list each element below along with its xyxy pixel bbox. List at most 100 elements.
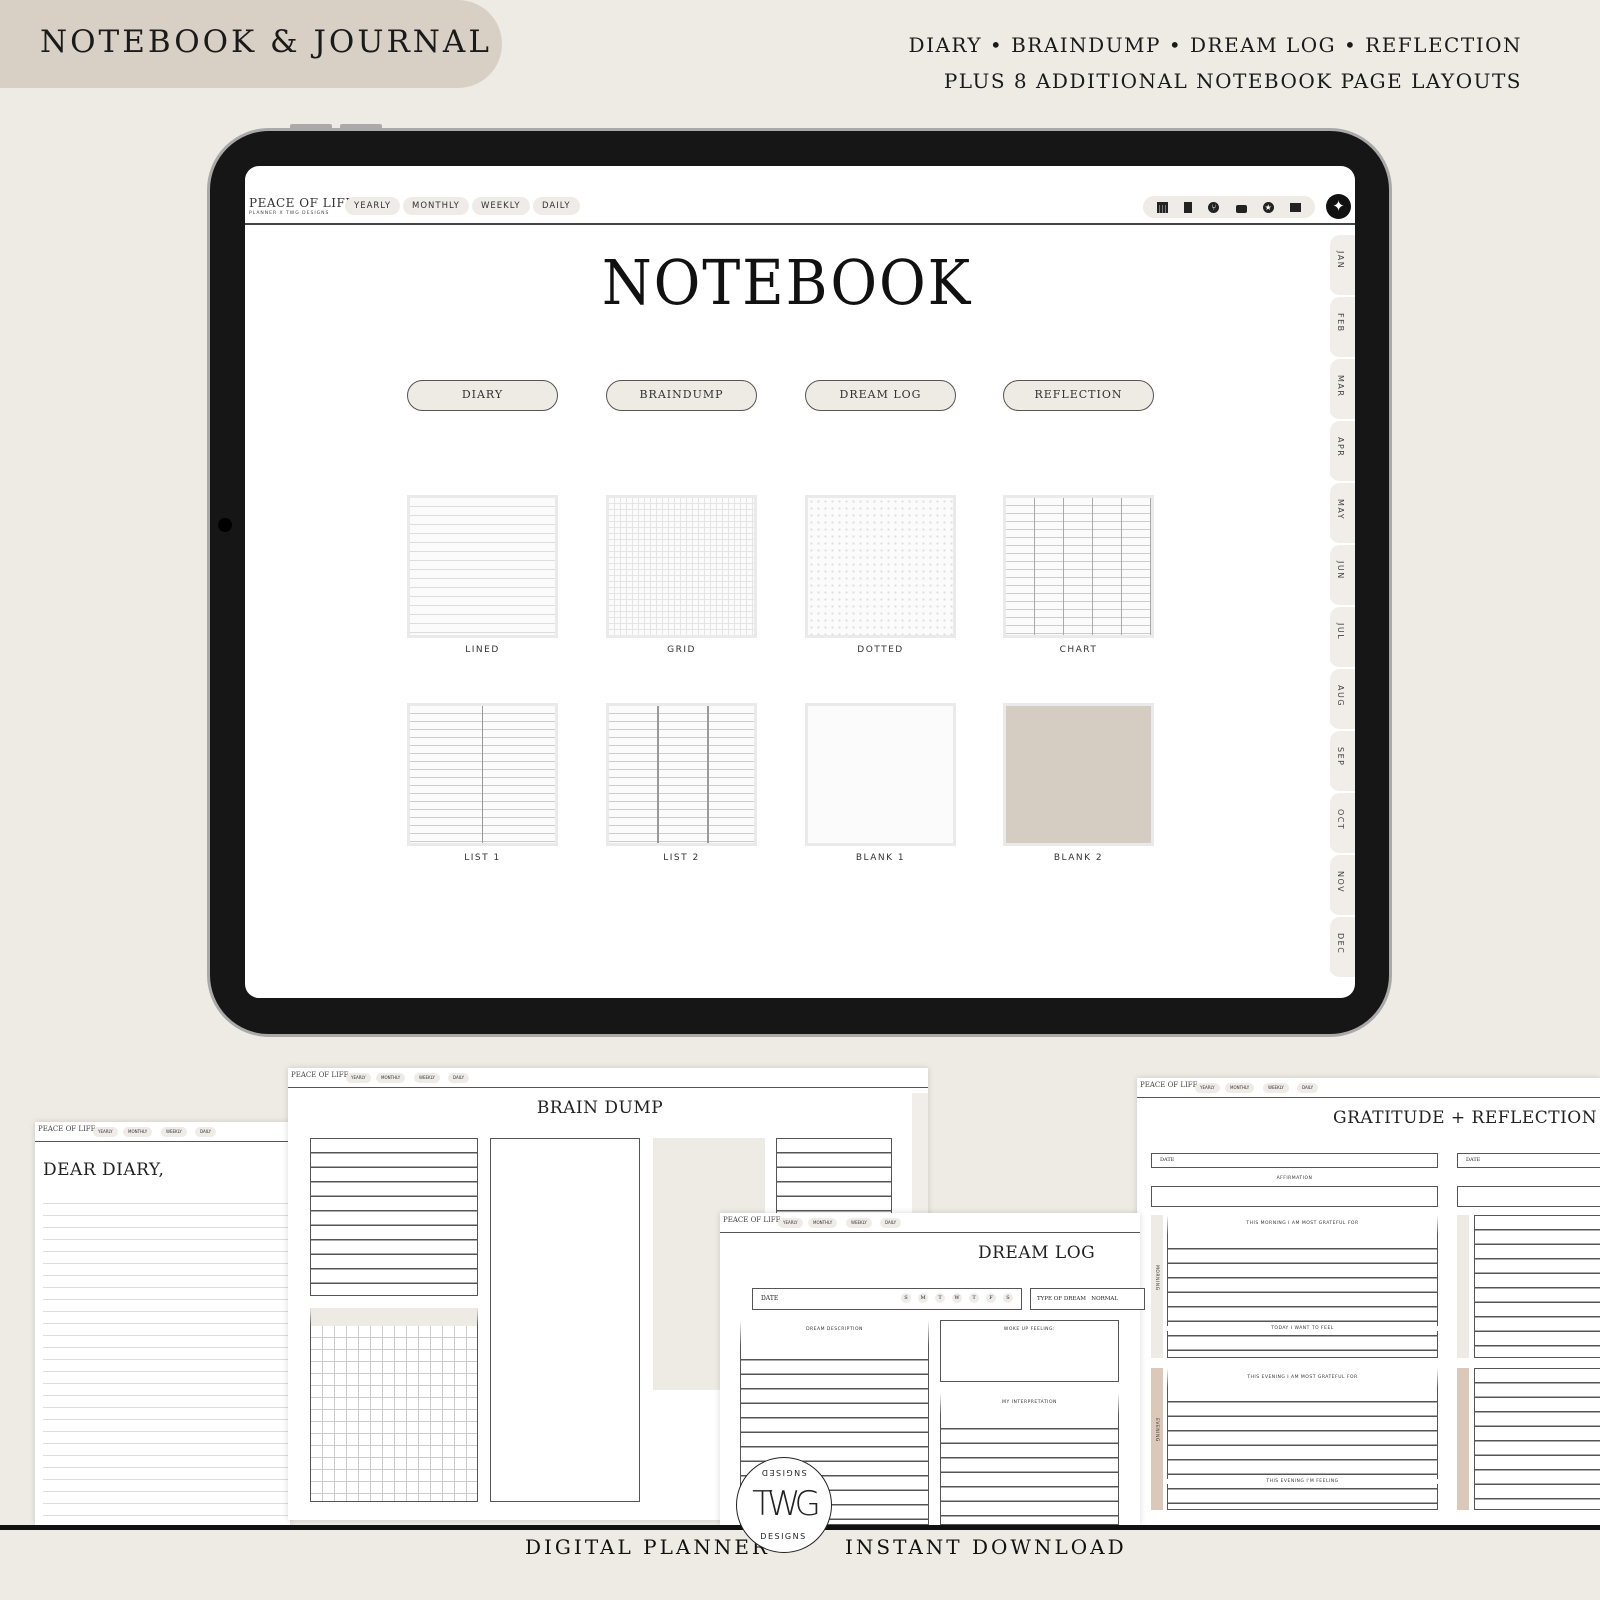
gratitude-preview: PEACE OF LIFE YEARLY MONTHLY WEEKLY DAILY GR… <box>1137 1078 1600 1525</box>
day-selector[interactable]: F <box>986 1293 996 1303</box>
month-tab-jul[interactable]: JUL <box>1330 607 1355 669</box>
layout-thumbnail-dotted[interactable] <box>805 495 956 638</box>
month-tab-sep[interactable]: SEP <box>1330 731 1355 793</box>
dream-type-field[interactable]: TYPE OF DREAM NORMAL <box>1030 1288 1145 1310</box>
mini-tab[interactable]: YEARLY <box>778 1218 803 1228</box>
month-tab-dec[interactable]: DEC <box>1330 917 1355 979</box>
month-tab-jun[interactable]: JUN <box>1330 545 1355 607</box>
layout-thumbnail-list-2[interactable] <box>606 703 757 846</box>
diary-button[interactable]: DIARY <box>407 380 558 411</box>
day-selector[interactable]: W <box>952 1293 962 1303</box>
affirmation-label: AFFIRMATION <box>1276 1176 1313 1181</box>
tab-monthly[interactable]: MONTHLY <box>403 197 469 215</box>
mini-tab[interactable]: YEARLY <box>1195 1083 1220 1093</box>
mini-tab[interactable]: YEARLY <box>346 1073 371 1083</box>
woke-up-label: WOKE UP FEELING: <box>1003 1327 1056 1332</box>
layout-thumbnail-blank-1[interactable] <box>805 703 956 846</box>
layout-thumbnail-blank-2[interactable] <box>1003 703 1154 846</box>
month-tab-label: OCT <box>1336 809 1345 831</box>
mini-tab[interactable]: DAILY <box>880 1218 902 1228</box>
month-tab-label: APR <box>1336 437 1345 458</box>
sparkle-icon[interactable]: ✦ <box>1326 194 1351 219</box>
mini-tab[interactable]: WEEKLY <box>161 1127 187 1137</box>
layout-thumbnail-list-1[interactable] <box>407 703 558 846</box>
mini-tab[interactable]: WEEKLY <box>846 1218 872 1228</box>
braindump-list-box <box>310 1138 478 1296</box>
date-field[interactable]: DATE <box>1151 1153 1438 1168</box>
day-selector[interactable]: S <box>901 1293 911 1303</box>
lock-icon[interactable] <box>1235 204 1247 213</box>
layout-thumbnail-lined[interactable] <box>407 495 558 638</box>
tab-weekly[interactable]: WEEKLY <box>472 197 530 215</box>
tab-daily[interactable]: DAILY <box>533 197 580 215</box>
mini-tab[interactable]: DAILY <box>448 1073 470 1083</box>
day-selector[interactable]: S <box>1003 1293 1013 1303</box>
mini-tab[interactable]: DAILY <box>1297 1083 1319 1093</box>
layout-thumbnail-grid[interactable] <box>606 495 757 638</box>
interpretation-label: MY INTERPRETATION <box>1002 1400 1057 1405</box>
dream-log-button[interactable]: DREAM LOG <box>805 380 956 411</box>
mini-tab[interactable]: DAILY <box>195 1127 217 1137</box>
month-tab-aug[interactable]: AUG <box>1330 669 1355 731</box>
month-tab-apr[interactable]: APR <box>1330 421 1355 483</box>
page-title: NOTEBOOK <box>601 246 973 319</box>
morning-box[interactable] <box>1167 1215 1438 1358</box>
affirmation-field[interactable] <box>1151 1186 1438 1207</box>
dream-description-label: DREAM DESCRIPTION <box>806 1327 863 1332</box>
day-selector[interactable]: M <box>918 1293 928 1303</box>
month-tab-label: DEC <box>1336 933 1345 955</box>
ipad-camera <box>218 518 232 532</box>
month-tab-oct[interactable]: OCT <box>1330 793 1355 855</box>
mini-nav: PEACE OF LIFE YEARLY MONTHLY WEEKLY DAILY <box>720 1213 1140 1233</box>
mini-tab[interactable]: WEEKLY <box>414 1073 440 1083</box>
morning-grateful-label: THIS MORNING I AM MOST GRATEFUL FOR <box>1246 1221 1359 1226</box>
dream-date-field[interactable]: DATE S M T W T F S <box>752 1288 1022 1310</box>
header-subtitle-2: PLUS 8 ADDITIONAL NOTEBOOK PAGE LAYOUTS <box>943 69 1522 93</box>
star-circle-icon[interactable]: ★ <box>1262 201 1274 213</box>
want-to-feel-label: TODAY I WANT TO FEEL <box>1167 1326 1438 1331</box>
month-tab-mar[interactable]: MAR <box>1330 359 1355 421</box>
day-selector[interactable]: T <box>969 1293 979 1303</box>
month-tab-feb[interactable]: FEB <box>1330 297 1355 359</box>
layout-label: LIST 1 <box>464 853 501 863</box>
food-icon[interactable]: ⑂ <box>1208 201 1220 213</box>
day-selector[interactable]: T <box>935 1293 945 1303</box>
month-tab-label: FEB <box>1336 313 1345 333</box>
diary-title: DEAR DIARY, <box>43 1160 165 1180</box>
twg-designs-logo: SNGISED TWG DESIGNS <box>736 1457 832 1553</box>
date-field[interactable]: DATE <box>1457 1153 1600 1168</box>
folder-icon[interactable] <box>1289 202 1301 212</box>
seal-monogram: TWG <box>752 1484 821 1524</box>
interpretation-box[interactable] <box>940 1393 1119 1525</box>
reflection-button[interactable]: REFLECTION <box>1003 380 1154 411</box>
month-tab-may[interactable]: MAY <box>1330 483 1355 545</box>
brand-logo[interactable]: PEACE OF LIFE <box>249 196 355 210</box>
brand-subtitle: PLANNER X TWG DESIGNS <box>249 211 330 216</box>
month-tab-label: AUG <box>1336 685 1345 708</box>
footer-left-text: DIGITAL PLANNER <box>525 1535 770 1559</box>
mini-tab[interactable]: MONTHLY <box>1225 1083 1255 1093</box>
month-tab-jan[interactable]: JAN <box>1330 235 1355 297</box>
calendar-icon[interactable] <box>1157 201 1169 213</box>
month-tabs: JAN FEB MAR APR MAY JUN JUL AUG SEP OCT NOV DEC <box>1330 235 1355 979</box>
month-tab-nov[interactable]: NOV <box>1330 855 1355 917</box>
layout-label: CHART <box>1059 645 1098 655</box>
mini-nav: PEACE OF LIFE YEARLY MONTHLY WEEKLY DAILY <box>1137 1078 1600 1098</box>
braindump-button[interactable]: BRAINDUMP <box>606 380 757 411</box>
notebook-icon[interactable] <box>1184 201 1193 213</box>
header-title: NOTEBOOK & JOURNAL <box>40 24 492 60</box>
tab-yearly[interactable]: YEARLY <box>345 197 401 215</box>
mini-tab[interactable]: MONTHLY <box>123 1127 153 1137</box>
mini-tab[interactable]: MONTHLY <box>376 1073 406 1083</box>
month-tab-label: JUN <box>1336 561 1345 580</box>
evening-box[interactable] <box>1474 1368 1600 1510</box>
diary-lines <box>43 1192 288 1517</box>
affirmation-field[interactable] <box>1457 1186 1600 1207</box>
mini-tab[interactable]: YEARLY <box>93 1127 118 1137</box>
mini-tab[interactable]: WEEKLY <box>1263 1083 1289 1093</box>
mini-tab[interactable]: MONTHLY <box>808 1218 838 1228</box>
layout-thumbnail-chart[interactable] <box>1003 495 1154 638</box>
evening-box[interactable] <box>1167 1368 1438 1510</box>
morning-box[interactable] <box>1474 1215 1600 1358</box>
month-tab-label: SEP <box>1336 747 1345 767</box>
